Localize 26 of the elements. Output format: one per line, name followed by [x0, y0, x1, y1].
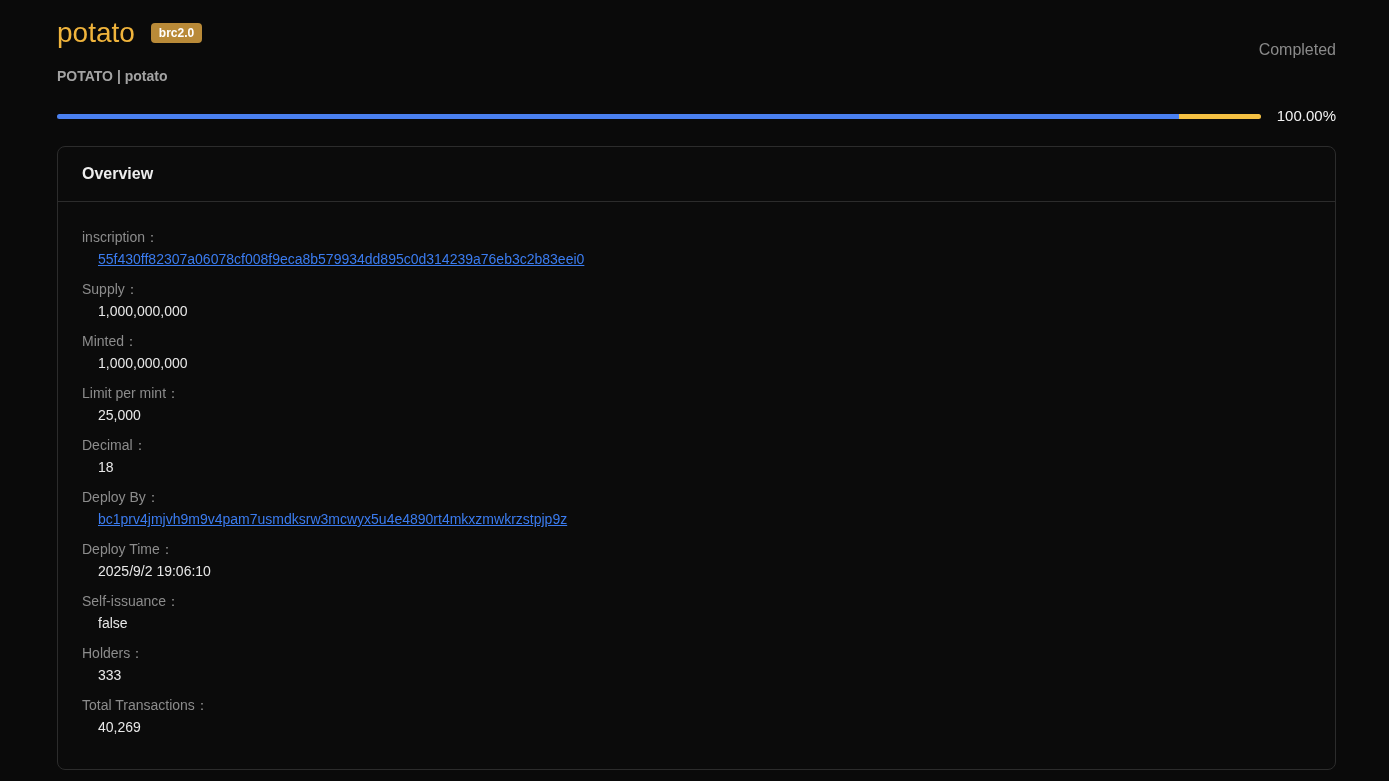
- field-label: inscription：: [82, 228, 160, 247]
- field-value: 40,269: [98, 718, 141, 737]
- progress-percent: 100.00%: [1276, 106, 1336, 126]
- field-value: 25,000: [98, 406, 141, 425]
- field-link[interactable]: 55f430ff82307a06078cf008f9eca8b579934dd895c0d314239a76eb3c2b83eei0: [98, 249, 585, 269]
- field-value: 1,000,000,000: [98, 302, 188, 321]
- field-value: false: [98, 614, 128, 633]
- field-value: 1,000,000,000: [98, 354, 188, 373]
- field-value: 333: [98, 666, 122, 685]
- field-label: Limit per mint：: [82, 384, 181, 403]
- version-badge: brc2.0: [150, 23, 203, 43]
- field-label: Minted：: [82, 332, 139, 351]
- field-label: Holders：: [82, 644, 145, 663]
- field-label: Self-issuance：: [82, 592, 181, 611]
- token-subtitle: POTATO | potato: [57, 67, 168, 86]
- field-value: 18: [98, 458, 114, 477]
- field-label: Supply：: [82, 280, 139, 299]
- status-label: Completed: [1258, 40, 1336, 60]
- token-name: potato: [57, 16, 135, 50]
- field-label: Decimal：: [82, 436, 147, 455]
- field-link[interactable]: bc1prv4jmjvh9m9v4pam7usmdksrw3mcwyx5u4e4890rt4mkxzmwkrzstpjp9z: [98, 509, 568, 529]
- card-title: Overview: [82, 164, 154, 184]
- field-label: Deploy Time：: [82, 540, 174, 559]
- field-label: Total Transactions：: [82, 696, 209, 715]
- field-label: Deploy By：: [82, 488, 160, 507]
- field-value: 2025/9/2 19:06:10: [98, 562, 211, 581]
